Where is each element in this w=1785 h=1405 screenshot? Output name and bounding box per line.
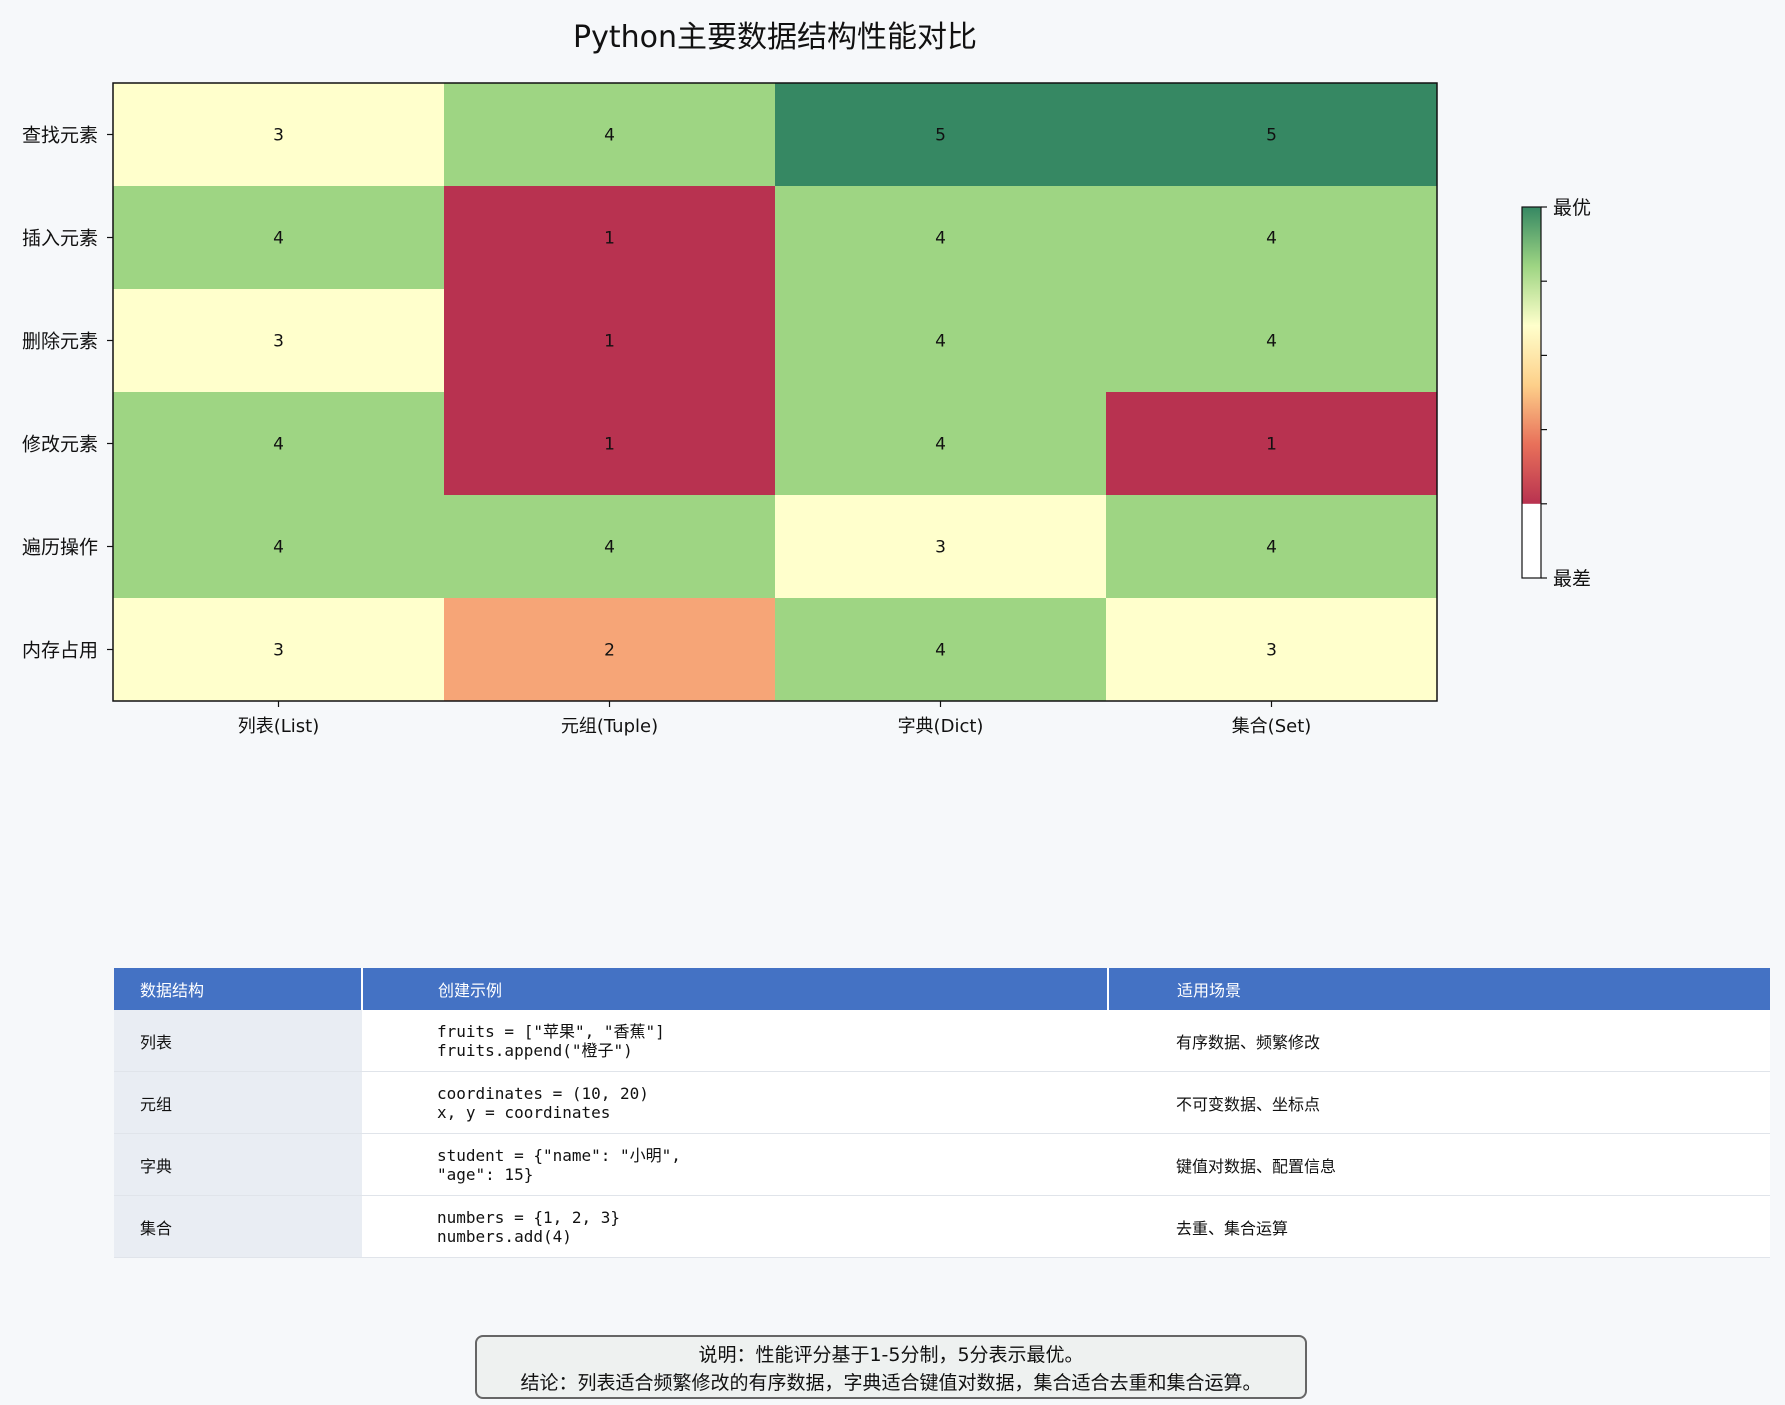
cell-value-label: 4 xyxy=(604,126,615,146)
cell-value-label: 3 xyxy=(273,332,284,352)
structure-name-tuple: 元组 xyxy=(114,1071,362,1134)
usage-set: 去重、集合运算 xyxy=(1108,1195,1770,1258)
table-row: 集合 numbers = {1, 2, 3} numbers.add(4) 去重… xyxy=(114,1195,1770,1258)
cell-value-label: 1 xyxy=(604,332,615,352)
x-tick-label: 元组(Tuple) xyxy=(561,716,658,737)
code-line: coordinates = (10, 20) xyxy=(437,1083,649,1103)
data-structure-table: 数据结构 创建示例 适用场景 列表 fruits = ["苹果", "香蕉"] … xyxy=(114,968,1770,1258)
code-example-set: numbers = {1, 2, 3} numbers.add(4) xyxy=(362,1195,1108,1258)
cell-value-label: 5 xyxy=(1266,126,1277,146)
cell-value-label: 5 xyxy=(935,126,946,146)
cell-value-label: 4 xyxy=(604,538,615,558)
colorbar-bottom-label: 最差 xyxy=(1553,568,1591,590)
note-line-1: 说明：性能评分基于1-5分制，5分表示最优。 xyxy=(698,1344,1084,1366)
note-box: 说明：性能评分基于1-5分制，5分表示最优。 结论：列表适合频繁修改的有序数据，… xyxy=(475,1335,1307,1399)
code-line: x, y = coordinates xyxy=(437,1102,611,1122)
code-line: numbers = {1, 2, 3} xyxy=(437,1207,621,1227)
usage-dict: 键值对数据、配置信息 xyxy=(1108,1133,1770,1196)
x-tick-label: 列表(List) xyxy=(238,716,320,737)
table-header-row: 数据结构 创建示例 适用场景 xyxy=(114,968,1770,1010)
cell-value-label: 3 xyxy=(273,641,284,661)
table-row: 列表 fruits = ["苹果", "香蕉"] fruits.append("… xyxy=(114,1010,1770,1072)
y-tick-label: 内存占用 xyxy=(22,640,98,662)
cell-value-label: 4 xyxy=(273,538,284,558)
cell-value-label: 4 xyxy=(935,229,946,249)
heatmap-chart: 3 4 5 5 4 1 4 4 3 1 4 4 4 1 4 1 4 4 3 4 3 2 4 3 查找元素插入元素删除元素修改元素… xyxy=(22,82,1591,737)
code-example-list: fruits = ["苹果", "香蕉"] fruits.append("橙子"… xyxy=(362,1010,1108,1072)
colorbar-top-label: 最优 xyxy=(1553,197,1591,219)
cell-value-label: 4 xyxy=(1266,332,1277,352)
code-line: numbers.add(4) xyxy=(437,1226,572,1246)
cell-value-label: 1 xyxy=(1266,435,1277,455)
y-tick-label: 插入元素 xyxy=(22,228,98,250)
cell-value-label: 4 xyxy=(1266,229,1277,249)
y-tick-label: 查找元素 xyxy=(22,125,98,147)
y-tick-label: 遍历操作 xyxy=(22,537,98,559)
cell-value-label: 3 xyxy=(935,538,946,558)
usage-list: 有序数据、频繁修改 xyxy=(1108,1010,1770,1072)
cell-value-label: 2 xyxy=(604,641,615,661)
y-tick-label: 修改元素 xyxy=(22,434,98,456)
code-line: fruits = ["苹果", "香蕉"] xyxy=(437,1021,665,1041)
code-line: "age": 15} xyxy=(437,1164,534,1184)
cell-value-label: 4 xyxy=(273,229,284,249)
table-header-example: 创建示例 xyxy=(362,968,1109,1010)
cell-value-label: 3 xyxy=(1266,641,1277,661)
x-tick-label: 集合(Set) xyxy=(1232,716,1312,737)
cell-value-label: 1 xyxy=(604,229,615,249)
structure-name-dict: 字典 xyxy=(114,1133,362,1196)
code-example-tuple: coordinates = (10, 20) x, y = coordinate… xyxy=(362,1071,1108,1134)
cell-value-label: 4 xyxy=(935,641,946,661)
y-tick-label: 删除元素 xyxy=(22,331,98,353)
table-header-structure: 数据结构 xyxy=(114,968,363,1010)
code-line: student = {"name": "小明", xyxy=(437,1145,681,1165)
note-line-2: 结论：列表适合频繁修改的有序数据，字典适合键值对数据，集合适合去重和集合运算。 xyxy=(520,1372,1262,1394)
cell-value-label: 4 xyxy=(1266,538,1277,558)
code-line: fruits.append("橙子") xyxy=(437,1040,633,1060)
table-row: 字典 student = {"name": "小明", "age": 15} 键… xyxy=(114,1133,1770,1196)
colorbar-gradient xyxy=(1522,207,1541,504)
cell-value-label: 4 xyxy=(935,435,946,455)
code-example-dict: student = {"name": "小明", "age": 15} xyxy=(362,1133,1108,1196)
usage-tuple: 不可变数据、坐标点 xyxy=(1108,1071,1770,1134)
cell-value-label: 1 xyxy=(604,435,615,455)
structure-name-set: 集合 xyxy=(114,1195,362,1258)
cell-value-label: 3 xyxy=(273,126,284,146)
cell-value-label: 4 xyxy=(935,332,946,352)
table-row: 元组 coordinates = (10, 20) x, y = coordin… xyxy=(114,1071,1770,1134)
cell-value-label: 4 xyxy=(273,435,284,455)
x-tick-label: 字典(Dict) xyxy=(898,716,984,737)
structure-name-list: 列表 xyxy=(114,1010,362,1072)
table-header-usage: 适用场景 xyxy=(1108,968,1770,1010)
